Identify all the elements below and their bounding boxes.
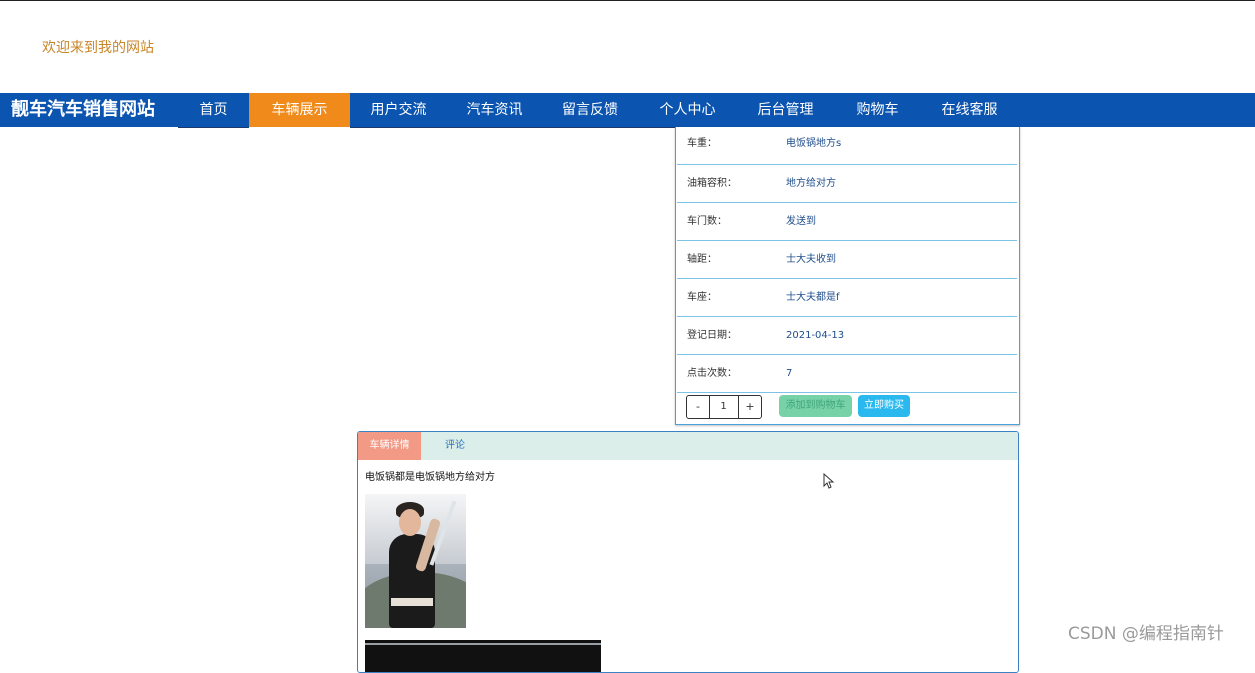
nav-profile[interactable]: 个人中心: [638, 93, 737, 128]
nav-news-label: 汽车资讯: [466, 102, 523, 118]
vehicle-spec-card: 车重： 电饭锅地方s 油箱容积： 地方给对方 车门数： 发送到 轴距： 士大夫收…: [675, 127, 1020, 425]
tab-vehicle-details[interactable]: 车辆详情: [358, 432, 421, 460]
nav-cart[interactable]: 购物车: [834, 93, 921, 128]
nav-admin[interactable]: 后台管理: [737, 93, 834, 128]
spec-row-doors: 车门数： 发送到: [677, 203, 1017, 241]
spec-label: 轴距：: [687, 254, 717, 265]
nav-service[interactable]: 在线客服: [921, 93, 1018, 128]
spec-label: 油箱容积：: [687, 178, 737, 189]
purchase-actions: - 1 + 添加到购物车 立即购买: [676, 392, 1019, 424]
spec-label: 车座：: [687, 292, 717, 303]
spec-label: 点击次数：: [687, 368, 737, 379]
add-to-cart-button[interactable]: 添加到购物车: [779, 395, 852, 417]
spec-row-seats: 车座： 士大夫都是f: [677, 279, 1017, 317]
main-navbar: 靓车汽车销售网站 首页 车辆展示 用户交流 汽车资讯 留言反馈 个人中心 后台管…: [0, 93, 1255, 128]
nav-news[interactable]: 汽车资讯: [447, 93, 542, 128]
spec-row-clicks: 点击次数： 7: [677, 355, 1017, 393]
vehicle-photo: [365, 494, 466, 628]
nav-forum[interactable]: 用户交流: [350, 93, 447, 128]
welcome-text: 欢迎来到我的网站: [42, 40, 154, 56]
spec-row-wheelbase: 轴距： 士大夫收到: [677, 241, 1017, 279]
nav-vehicles[interactable]: 车辆展示: [249, 93, 350, 127]
spec-value: 电饭锅地方s: [786, 138, 842, 149]
tab-comments[interactable]: 评论: [421, 432, 489, 460]
detail-tabs: 车辆详情 评论: [358, 432, 1018, 460]
nav-home[interactable]: 首页: [178, 93, 249, 128]
nav-cart-label: 购物车: [856, 102, 899, 118]
spec-value: 7: [786, 368, 793, 379]
spec-value: 2021-04-13: [786, 330, 845, 341]
nav-feedback-label: 留言反馈: [562, 102, 618, 118]
quantity-decrease-button[interactable]: -: [686, 395, 710, 419]
site-brand[interactable]: 靓车汽车销售网站: [11, 93, 155, 127]
nav-home-label: 首页: [199, 102, 228, 118]
spec-row-tank: 油箱容积： 地方给对方: [677, 165, 1017, 203]
quantity-increase-button[interactable]: +: [738, 395, 762, 419]
spec-row-weight: 车重： 电饭锅地方s: [677, 127, 1017, 165]
quantity-input[interactable]: 1: [709, 395, 738, 419]
top-border: [0, 0, 1255, 1]
nav-feedback[interactable]: 留言反馈: [542, 93, 638, 128]
nav-profile-label: 个人中心: [659, 102, 716, 118]
spec-label: 车重：: [687, 138, 717, 149]
vehicle-description: 电饭锅都是电饭锅地方给对方: [365, 472, 495, 483]
vehicle-detail-panel: 车辆详情 评论 电饭锅都是电饭锅地方给对方: [357, 431, 1019, 673]
nav-admin-label: 后台管理: [757, 102, 814, 118]
buy-now-button[interactable]: 立即购买: [858, 395, 910, 417]
spec-value: 地方给对方: [786, 178, 836, 189]
vehicle-photo-second: [365, 640, 601, 672]
nav-forum-label: 用户交流: [370, 102, 427, 118]
nav-vehicles-label: 车辆展示: [271, 102, 328, 118]
spec-value: 士大夫收到: [786, 254, 836, 265]
spec-label: 登记日期：: [687, 330, 737, 341]
spec-value: 士大夫都是f: [786, 292, 840, 303]
mouse-cursor-icon: [823, 473, 835, 489]
spec-value: 发送到: [786, 216, 816, 227]
spec-label: 车门数：: [687, 216, 727, 227]
nav-service-label: 在线客服: [941, 102, 998, 118]
spec-row-reg-date: 登记日期： 2021-04-13: [677, 317, 1017, 355]
csdn-watermark: CSDN @编程指南针: [1068, 624, 1224, 644]
